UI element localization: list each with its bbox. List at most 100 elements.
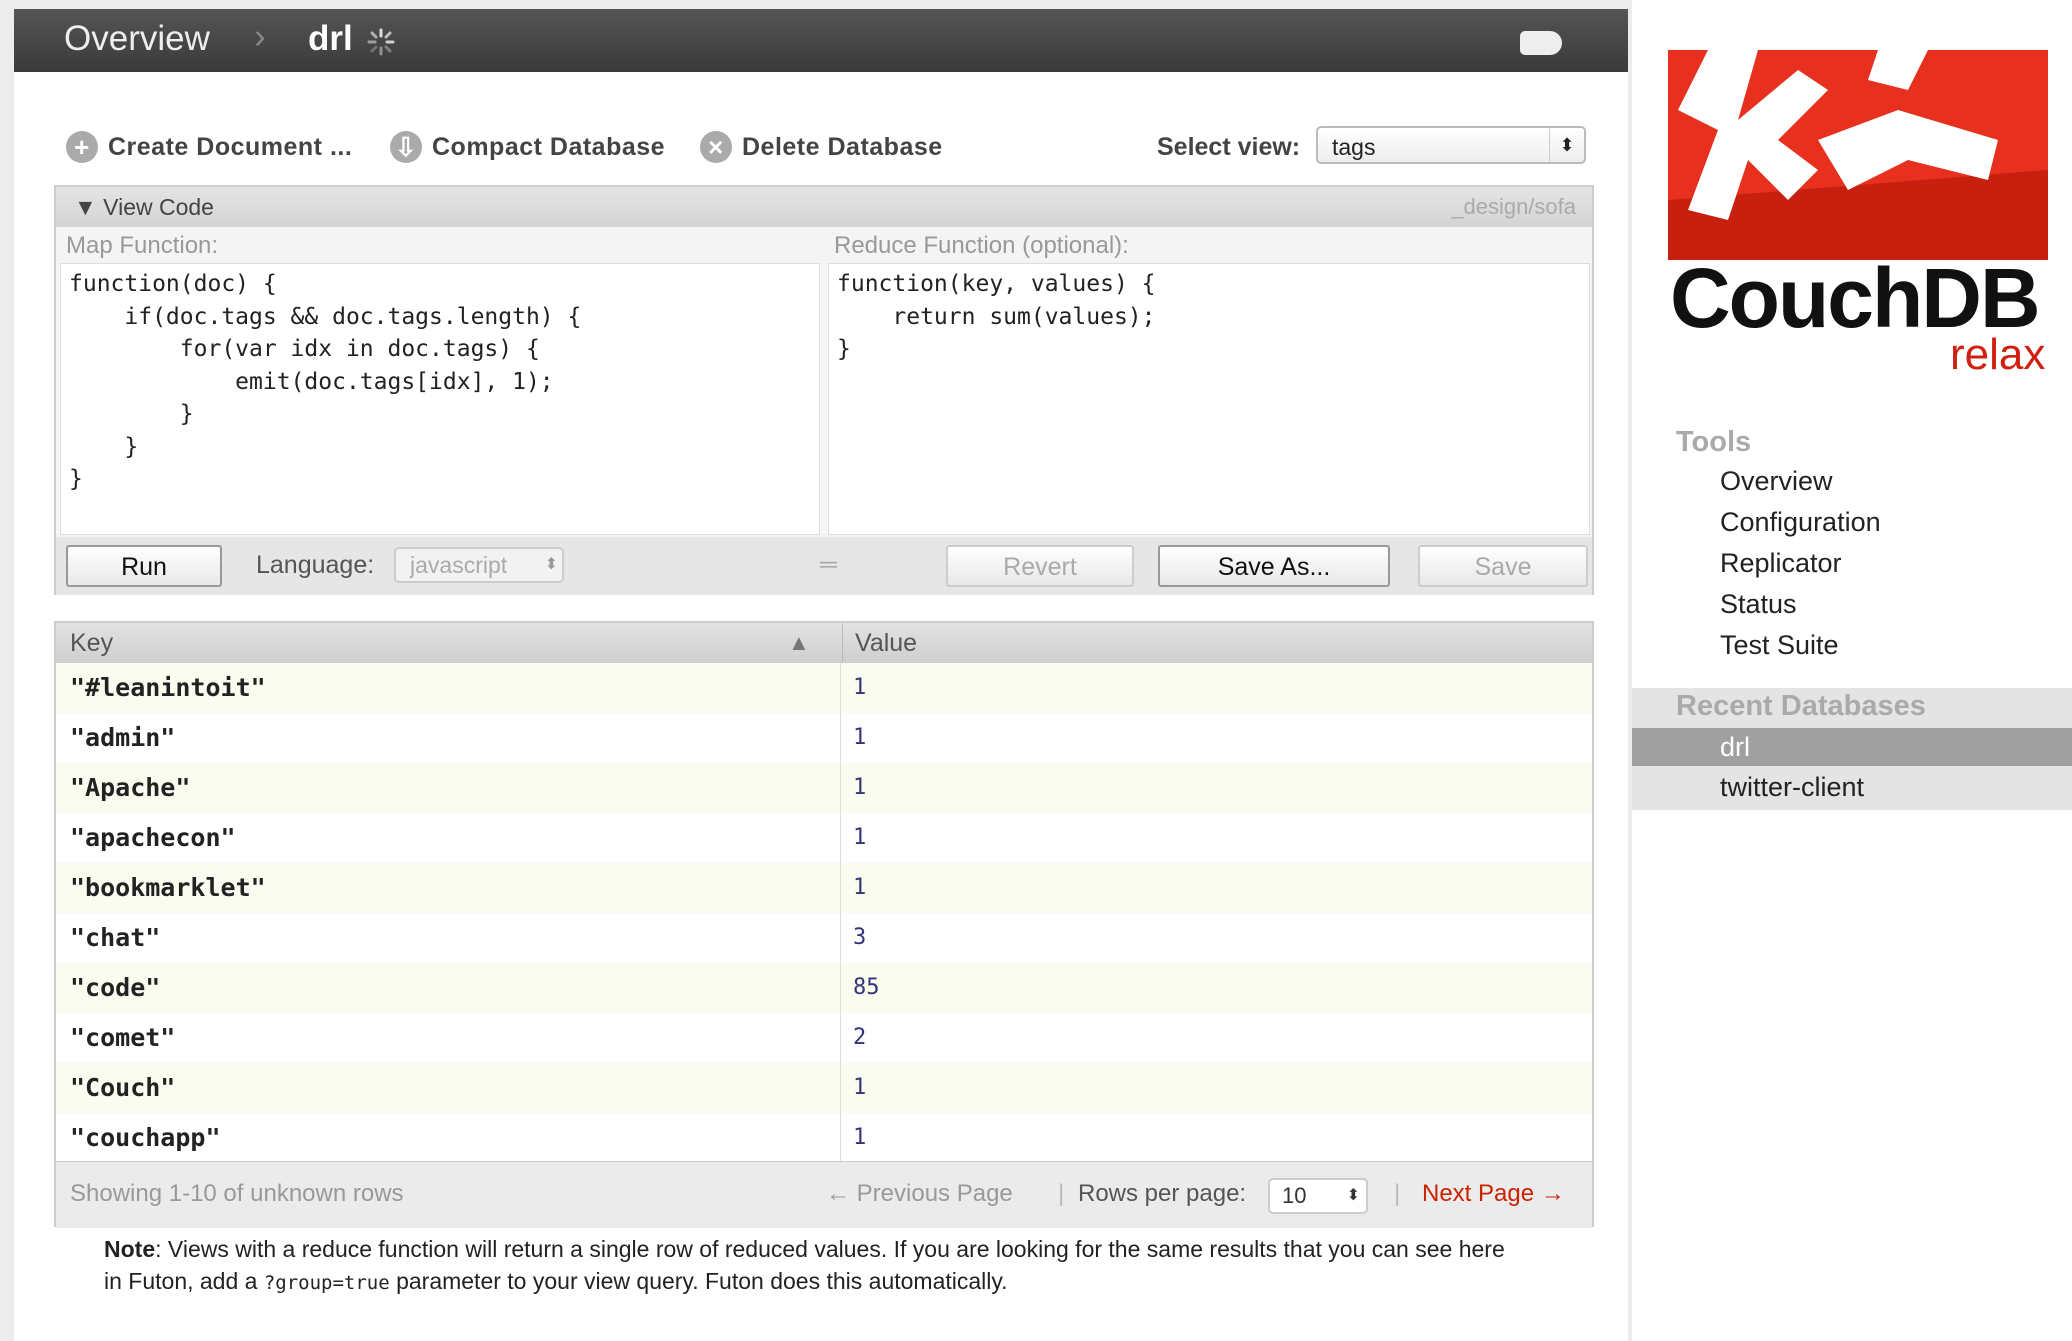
breadcrumb-database: drl — [308, 19, 353, 58]
breadcrumb-bar: Overview › drl — [14, 9, 1628, 72]
sidebar-item-replicator[interactable]: Replicator — [1720, 548, 1842, 579]
results-table: Key ▲ Value "#leanintoit" 1 "admin" 1 "A… — [54, 621, 1594, 1228]
save-as-button[interactable]: Save As... — [1158, 545, 1390, 587]
select-view-dropdown[interactable]: tags ⬍ — [1316, 126, 1586, 164]
design-doc-label: _design/sofa — [1451, 194, 1576, 219]
run-button[interactable]: Run — [66, 545, 222, 587]
main-panel: Overview › drl + Create Document ... ⇩ C… — [14, 9, 1628, 1341]
table-row[interactable]: "code" 85 — [56, 963, 1592, 1013]
view-code-header[interactable]: ▼ View Code _design/sofa — [56, 187, 1592, 227]
rows-per-page-select[interactable]: 10 ⬍ — [1268, 1178, 1368, 1214]
table-row[interactable]: "Apache" 1 — [56, 763, 1592, 813]
language-value: javascript — [410, 552, 508, 578]
table-row[interactable]: "apachecon" 1 — [56, 813, 1592, 863]
compact-database-label: Compact Database — [432, 132, 666, 161]
table-row[interactable]: "Couch" 1 — [56, 1063, 1592, 1113]
sidebar-item-overview[interactable]: Overview — [1720, 466, 1833, 497]
compact-database-button[interactable]: ⇩ Compact Database — [390, 127, 665, 167]
row-value: 1 — [840, 763, 866, 813]
note-text-2: parameter to your view query. Futon does… — [389, 1268, 1008, 1294]
reduce-function-label: Reduce Function (optional): — [834, 231, 1129, 261]
delete-database-button[interactable]: × Delete Database — [700, 127, 943, 167]
row-key: "chat" — [70, 923, 161, 952]
recent-databases-heading: Recent Databases — [1676, 690, 1926, 722]
tools-heading: Tools — [1676, 426, 1752, 458]
row-key: "admin" — [70, 723, 176, 752]
delete-icon: × — [700, 131, 732, 163]
row-key: "#leanintoit" — [70, 673, 266, 702]
row-value: 2 — [840, 1013, 866, 1063]
row-key: "apachecon" — [70, 823, 236, 852]
delete-database-label: Delete Database — [742, 132, 943, 161]
rows-per-page-label: Rows per page: — [1078, 1180, 1247, 1207]
recent-db-label: drl — [1720, 732, 1751, 762]
pagination-divider: | — [1394, 1180, 1401, 1207]
view-code-toggle[interactable]: ▼ View Code — [74, 187, 214, 227]
table-row[interactable]: "chat" 3 — [56, 913, 1592, 963]
table-row[interactable]: "comet" 2 — [56, 1013, 1592, 1063]
sidebar-item-status[interactable]: Status — [1720, 589, 1797, 620]
results-header: Key ▲ Value — [56, 623, 1592, 663]
row-value: 85 — [840, 963, 880, 1013]
couchdb-logo-mark — [1668, 50, 2048, 260]
compact-icon: ⇩ — [390, 131, 422, 163]
map-function-label: Map Function: — [66, 231, 219, 261]
row-value: 1 — [840, 713, 866, 763]
select-view-label: Select view: — [1157, 133, 1301, 161]
save-button[interactable]: Save — [1418, 545, 1588, 587]
row-key: "code" — [70, 973, 161, 1002]
sidebar-item-configuration[interactable]: Configuration — [1720, 507, 1881, 538]
select-arrows-icon: ⬍ — [1549, 128, 1584, 162]
row-key: "couchapp" — [70, 1123, 221, 1152]
loading-spinner-icon — [367, 28, 395, 56]
note-label: Note — [104, 1236, 156, 1262]
revert-button[interactable]: Revert — [946, 545, 1134, 587]
reduce-function-editor[interactable]: function(key, values) { return sum(value… — [828, 263, 1590, 535]
select-arrows-icon: ⬍ — [1346, 1187, 1360, 1204]
add-icon: + — [66, 131, 98, 163]
select-arrows-icon: ⬍ — [544, 556, 558, 573]
recent-db-twitter-client[interactable]: twitter-client — [1720, 772, 1864, 803]
row-value: 1 — [840, 1063, 866, 1113]
pagination-divider: | — [1058, 1180, 1065, 1207]
rows-per-page-value: 10 — [1282, 1183, 1307, 1208]
sidebar-item-test-suite[interactable]: Test Suite — [1720, 630, 1839, 661]
reduce-note: Note: Views with a reduce function will … — [104, 1233, 1524, 1299]
select-view-value: tags — [1332, 134, 1376, 160]
view-code-actions: Run Language: javascript ⬍ ═ Revert Save… — [56, 537, 1592, 595]
key-column-header[interactable]: Key — [70, 623, 113, 663]
sort-ascending-icon[interactable]: ▲ — [788, 623, 810, 663]
language-label: Language: — [256, 551, 375, 579]
recent-db-drl[interactable]: drl — [1632, 728, 2072, 766]
note-code: ?group=true — [263, 1272, 390, 1294]
row-value: 1 — [840, 1113, 866, 1163]
row-value: 1 — [840, 813, 866, 863]
couchdb-logo[interactable]: CouchDB relax — [1668, 50, 2048, 380]
tag-icon[interactable] — [1520, 31, 1562, 55]
create-document-label: Create Document ... — [108, 132, 353, 161]
language-select[interactable]: javascript ⬍ — [394, 547, 564, 583]
resize-handle-icon[interactable]: ═ — [820, 545, 837, 585]
logo-tagline: relax — [1950, 330, 2046, 379]
row-value: 1 — [840, 863, 866, 913]
next-page-link[interactable]: Next Page → — [1422, 1162, 1565, 1226]
row-key: "Apache" — [70, 773, 191, 802]
showing-rows-text: Showing 1-10 of unknown rows — [70, 1180, 404, 1207]
table-row[interactable]: "#leanintoit" 1 — [56, 663, 1592, 713]
view-code-panel: ▼ View Code _design/sofa Map Function: R… — [54, 185, 1594, 595]
row-key: "comet" — [70, 1023, 176, 1052]
map-function-editor[interactable]: function(doc) { if(doc.tags && doc.tags.… — [60, 263, 820, 535]
table-row[interactable]: "couchapp" 1 — [56, 1113, 1592, 1163]
value-column-header: Value — [842, 623, 917, 663]
table-row[interactable]: "admin" 1 — [56, 713, 1592, 763]
table-row[interactable]: "bookmarklet" 1 — [56, 863, 1592, 913]
breadcrumb-overview[interactable]: Overview — [64, 17, 210, 61]
sidebar: CouchDB relax Tools Overview Configurati… — [1632, 0, 2072, 1341]
row-value: 1 — [840, 663, 866, 713]
row-key: "Couch" — [70, 1073, 176, 1102]
row-key: "bookmarklet" — [70, 873, 266, 902]
breadcrumb-separator: › — [254, 17, 266, 56]
create-document-button[interactable]: + Create Document ... — [66, 127, 352, 167]
row-value: 3 — [840, 913, 866, 963]
previous-page-link[interactable]: ← Previous Page — [826, 1162, 1013, 1226]
